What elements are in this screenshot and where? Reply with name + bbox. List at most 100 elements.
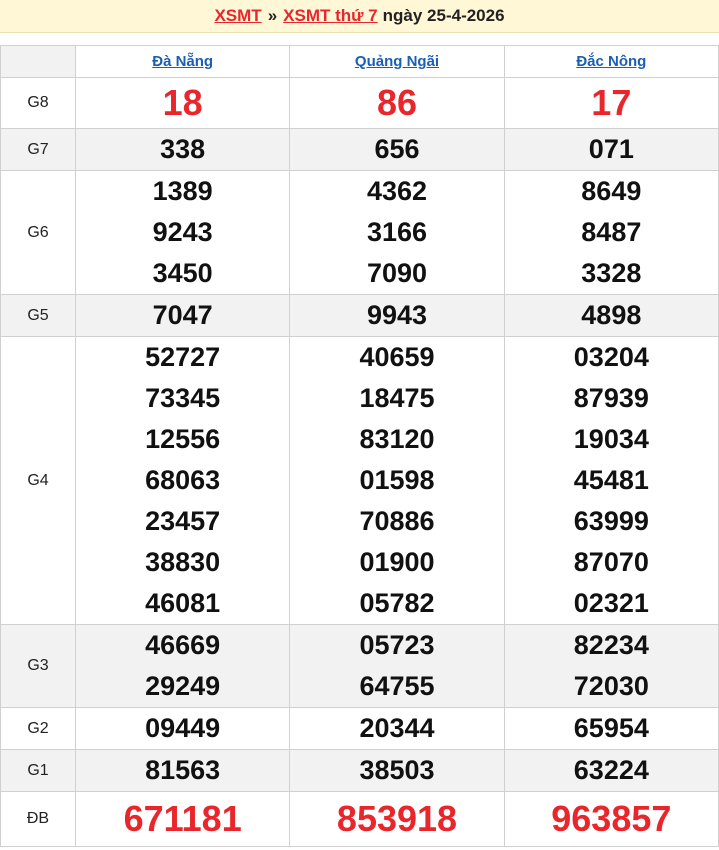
result-cell: 338 <box>74 128 291 171</box>
result-number: 18 <box>162 82 203 123</box>
prize-row: G3 46669 29249 05723 64755 82234 72030 <box>0 624 719 708</box>
result-cell: 09449 <box>74 707 291 750</box>
result-number: 12556 <box>145 424 221 454</box>
result-number: 52727 <box>145 342 221 372</box>
result-cell: 671181 <box>74 791 291 847</box>
result-cell: 65954 <box>503 707 719 750</box>
result-number: 20344 <box>359 713 435 743</box>
result-number: 071 <box>588 134 634 164</box>
result-number: 65954 <box>573 713 649 743</box>
result-number: 45481 <box>573 465 649 495</box>
result-number: 38503 <box>359 755 435 785</box>
prize-row: G4 52727 73345 12556 68063 23457 38830 46081 406… <box>0 336 719 625</box>
result-number: 4362 <box>366 176 428 206</box>
result-number: 70886 <box>359 506 435 536</box>
result-number: 18475 <box>359 383 435 413</box>
prize-label: G3 <box>0 624 76 708</box>
result-cell: 86 <box>289 77 505 129</box>
result-number: 01900 <box>359 547 435 577</box>
results-table: Đà Nẵng Quảng Ngãi Đắc Nông G8 18 86 17 G7 33… <box>0 45 719 847</box>
result-number: 86 <box>376 82 418 123</box>
result-number: 19034 <box>573 424 649 454</box>
result-cell: 05723 64755 <box>289 624 505 708</box>
prize-label: G2 <box>0 707 76 750</box>
result-cell: 8649 8487 3328 <box>503 170 719 295</box>
result-number: 656 <box>374 134 420 164</box>
province-header: Đà Nẵng <box>74 45 291 78</box>
prize-label: ĐB <box>0 791 76 847</box>
result-number: 853918 <box>336 798 458 839</box>
result-number: 87939 <box>573 383 649 413</box>
province-link-da-nang[interactable]: Đà Nẵng <box>152 53 213 70</box>
result-number: 05723 <box>359 630 435 660</box>
result-cell: 071 <box>503 128 719 171</box>
prize-row: G6 1389 9243 3450 4362 3166 7090 8649 8487 3328 <box>0 170 719 295</box>
result-number: 671181 <box>123 798 242 839</box>
result-number: 338 <box>160 134 206 164</box>
prize-label: G5 <box>0 294 76 337</box>
prize-label: G6 <box>0 170 76 295</box>
result-number: 9943 <box>366 300 428 330</box>
result-cell: 1389 9243 3450 <box>74 170 291 295</box>
draw-date: ngày 25-4-2026 <box>382 6 505 25</box>
province-link-dac-nong[interactable]: Đắc Nông <box>576 53 646 70</box>
result-cell: 18 <box>74 77 291 129</box>
result-cell: 9943 <box>289 294 505 337</box>
result-number: 81563 <box>145 755 221 785</box>
province-header: Quảng Ngãi <box>289 45 505 78</box>
result-cell: 81563 <box>74 749 291 792</box>
result-number: 05782 <box>359 588 435 618</box>
result-cell: 40659 18475 83120 01598 70886 01900 05782 <box>289 336 505 625</box>
corner-cell <box>0 45 76 78</box>
prize-label: G1 <box>0 749 76 792</box>
result-number: 3166 <box>366 217 428 247</box>
result-number: 64755 <box>359 671 435 701</box>
page-title: XSMT » XSMT thứ 7 ngày 25-4-2026 <box>0 0 719 33</box>
result-number: 40659 <box>359 342 435 372</box>
result-number: 23457 <box>145 506 221 536</box>
prize-row: G2 09449 20344 65954 <box>0 707 719 750</box>
result-cell: 17 <box>503 77 719 129</box>
result-cell: 656 <box>289 128 505 171</box>
result-number: 46081 <box>145 588 221 618</box>
prize-row: G1 81563 38503 63224 <box>0 749 719 792</box>
result-number: 3328 <box>581 258 642 288</box>
result-number: 68063 <box>145 465 221 495</box>
result-cell: 853918 <box>289 791 505 847</box>
result-number: 09449 <box>145 713 221 743</box>
result-number: 63999 <box>573 506 649 536</box>
result-cell: 46669 29249 <box>74 624 291 708</box>
result-cell: 7047 <box>74 294 291 337</box>
result-number: 8649 <box>581 176 642 206</box>
result-number: 4898 <box>581 300 642 330</box>
result-cell: 03204 87939 19034 45481 63999 87070 02321 <box>503 336 719 625</box>
result-cell: 4362 3166 7090 <box>289 170 505 295</box>
result-number: 02321 <box>573 588 649 618</box>
result-number: 29249 <box>145 671 221 701</box>
result-number: 7047 <box>152 300 213 330</box>
prize-label: G8 <box>0 77 76 129</box>
prize-row: G7 338 656 071 <box>0 128 719 171</box>
xsmt-saturday-link[interactable]: XSMT thứ 7 <box>283 6 377 26</box>
result-number: 83120 <box>359 424 435 454</box>
result-number: 73345 <box>145 383 221 413</box>
result-number: 38830 <box>145 547 221 577</box>
result-cell: 82234 72030 <box>503 624 719 708</box>
result-number: 963857 <box>551 798 672 839</box>
result-number: 03204 <box>573 342 649 372</box>
xsmt-link[interactable]: XSMT <box>214 6 261 26</box>
result-number: 87070 <box>573 547 649 577</box>
prize-row: G5 7047 9943 4898 <box>0 294 719 337</box>
result-number: 3450 <box>152 258 213 288</box>
result-number: 46669 <box>145 630 221 660</box>
result-cell: 4898 <box>503 294 719 337</box>
result-cell: 20344 <box>289 707 505 750</box>
prize-row: ĐB 671181 853918 963857 <box>0 791 719 847</box>
prize-row: G8 18 86 17 <box>0 77 719 129</box>
prize-label: G4 <box>0 336 76 625</box>
result-number: 01598 <box>359 465 435 495</box>
province-header: Đắc Nông <box>503 45 719 78</box>
prize-label: G7 <box>0 128 76 171</box>
province-link-quang-ngai[interactable]: Quảng Ngãi <box>355 53 439 70</box>
result-cell: 963857 <box>503 791 719 847</box>
